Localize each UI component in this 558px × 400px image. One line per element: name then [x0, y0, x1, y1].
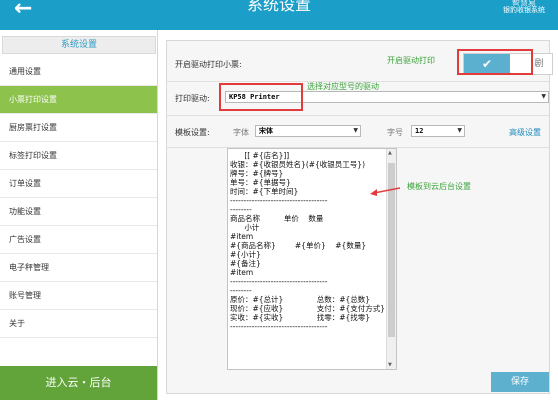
- brand-top-text: 智慧易: [512, 0, 536, 6]
- sidebar-item-label-printing[interactable]: 标签打印设置: [0, 142, 157, 170]
- scroll-up-icon[interactable]: ▲: [388, 150, 392, 156]
- sidebar-item-kitchen-printing[interactable]: 厨房票打设置: [0, 114, 157, 142]
- sidebar: 系统设置 通用设置 小票打印设置 厨房票打设置 标签打印设置 订单设置 功能设置…: [0, 30, 158, 400]
- size-select-value: 12: [415, 127, 424, 135]
- sidebar-item-receipt-printing[interactable]: 小票打印设置: [0, 86, 157, 114]
- template-label: 模板设置:: [175, 128, 210, 137]
- template-text: [[ #{店名}]] 收银：#{收银员姓名}(#{收银员工号}) 牌号：#{牌号…: [230, 151, 386, 331]
- page-title: 系统设置: [246, 0, 311, 14]
- chevron-down-icon: ▼: [541, 93, 546, 100]
- template-hint: 模板到云后台设置: [407, 182, 471, 191]
- chevron-down-icon: ▼: [353, 127, 358, 134]
- chevron-down-icon: ▼: [457, 127, 462, 134]
- brand-logo: 智慧易 银豹收银系统: [494, 0, 554, 18]
- font-label: 字体: [233, 128, 249, 137]
- scroll-down-icon[interactable]: ▼: [388, 362, 392, 368]
- sidebar-item-orders[interactable]: 订单设置: [0, 170, 157, 198]
- row-divider: [167, 115, 549, 116]
- brand-bottom-text: 银豹收银系统: [503, 6, 545, 14]
- sidebar-item-accounts[interactable]: 账号管理: [0, 282, 157, 310]
- top-bar: ← 系统设置 智慧易 银豹收银系统: [0, 0, 558, 30]
- template-preview[interactable]: [[ #{店名}]] 收银：#{收银员姓名}(#{收银员工号}) 牌号：#{牌号…: [227, 148, 397, 370]
- sidebar-item-about[interactable]: 关于: [0, 310, 157, 338]
- sidebar-item-ads[interactable]: 广告设置: [0, 226, 157, 254]
- enable-driver-hint: 开启驱动打印: [387, 56, 435, 65]
- driver-highlight-box: [219, 83, 303, 111]
- template-scrollbar[interactable]: ▲ ▼: [386, 149, 396, 369]
- driver-label: 打印驱动:: [175, 94, 210, 103]
- size-label: 字号: [387, 128, 403, 137]
- font-select[interactable]: 宋体 ▼: [255, 125, 361, 137]
- sidebar-item-general[interactable]: 通用设置: [0, 58, 157, 86]
- enable-driver-label: 开启驱动打印小票:: [175, 60, 242, 69]
- size-select[interactable]: 12 ▼: [411, 125, 465, 137]
- font-select-value: 宋体: [259, 127, 273, 135]
- save-button[interactable]: 保存: [491, 372, 549, 392]
- annotation-arrow-icon: [370, 187, 400, 196]
- sidebar-item-features[interactable]: 功能设置: [0, 198, 157, 226]
- sidebar-heading: 系统设置: [2, 36, 156, 54]
- sidebar-item-scale[interactable]: 电子秤管理: [0, 254, 157, 282]
- enter-cloud-backend-button[interactable]: 进入云・后台: [0, 366, 157, 400]
- toggle-highlight-box: [457, 49, 533, 75]
- advanced-settings-link[interactable]: 高级设置: [509, 127, 541, 138]
